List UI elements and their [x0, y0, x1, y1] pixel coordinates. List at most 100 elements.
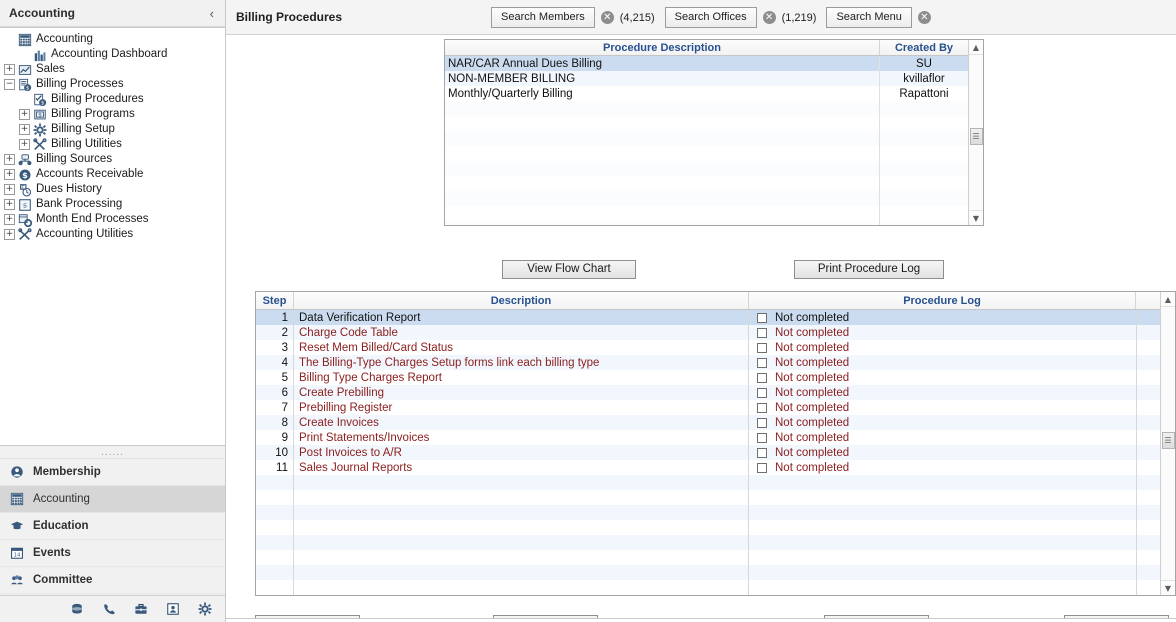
- step-description-cell[interactable]: Sales Journal Reports: [294, 460, 749, 475]
- tree-item-billing-programs[interactable]: + $ Billing Programs: [0, 107, 225, 122]
- step-row[interactable]: 7 Prebilling Register Not completed: [256, 400, 1160, 415]
- tree-item-dues-history[interactable]: + F Dues History: [0, 182, 225, 197]
- expand-icon[interactable]: +: [4, 154, 15, 165]
- step-complete-checkbox[interactable]: [757, 342, 767, 353]
- view-flow-chart-button[interactable]: View Flow Chart: [502, 260, 636, 279]
- tree-item-accounting-dashboard[interactable]: Accounting Dashboard: [0, 47, 225, 62]
- phone-icon[interactable]: [101, 601, 117, 617]
- search-button-search-offices[interactable]: Search Offices: [664, 7, 757, 28]
- tree-item-bank-processing[interactable]: + s Bank Processing: [0, 197, 225, 212]
- step-complete-checkbox[interactable]: [757, 417, 767, 428]
- briefcase-icon[interactable]: [133, 601, 149, 617]
- column-header-procedure-log[interactable]: Procedure Log: [749, 292, 1136, 309]
- scrollbar-thumb[interactable]: ☰: [1161, 432, 1175, 449]
- column-header-description[interactable]: Description: [294, 292, 749, 309]
- procedure-row[interactable]: NON-MEMBER BILLING kvillaflor: [445, 71, 968, 86]
- people-group-icon: [9, 572, 25, 588]
- step-row-spacer: [1136, 445, 1160, 460]
- page-title: Billing Procedures: [236, 10, 343, 24]
- collapse-icon[interactable]: −: [4, 79, 15, 90]
- steps-grid-scrollbar[interactable]: ▲ ☰ ▼: [1160, 292, 1175, 595]
- chevron-down-icon[interactable]: ▼: [968, 210, 983, 225]
- tree-item-accounts-receivable[interactable]: + $ Accounts Receivable: [0, 167, 225, 182]
- expand-icon[interactable]: +: [19, 109, 30, 120]
- step-description-cell[interactable]: The Billing-Type Charges Setup forms lin…: [294, 355, 749, 370]
- procedure-row[interactable]: Monthly/Quarterly Billing Rapattoni: [445, 86, 968, 101]
- tree-item-billing-procedures[interactable]: $ Billing Procedures: [0, 92, 225, 107]
- procedure-row-empty: [445, 146, 968, 161]
- step-description-cell[interactable]: Reset Mem Billed/Card Status: [294, 340, 749, 355]
- step-description-cell[interactable]: Post Invoices to A/R: [294, 445, 749, 460]
- step-description-cell[interactable]: Prebilling Register: [294, 400, 749, 415]
- contact-card-icon[interactable]: [165, 601, 181, 617]
- expand-icon[interactable]: +: [4, 184, 15, 195]
- step-description-cell[interactable]: Create Invoices: [294, 415, 749, 430]
- module-item-committee[interactable]: Committee: [0, 567, 225, 594]
- expand-icon[interactable]: +: [19, 124, 30, 135]
- clear-circle-icon[interactable]: ✕: [600, 11, 614, 24]
- expand-icon[interactable]: +: [4, 169, 15, 180]
- column-header-step[interactable]: Step: [256, 292, 294, 309]
- step-complete-checkbox[interactable]: [757, 372, 767, 383]
- search-button-search-menu[interactable]: Search Menu: [826, 7, 912, 28]
- network-icon: [17, 153, 32, 167]
- print-procedure-log-button[interactable]: Print Procedure Log: [794, 260, 944, 279]
- expand-icon[interactable]: +: [4, 214, 15, 225]
- sidebar-drag-handle[interactable]: ......: [0, 446, 225, 459]
- tree-item-sales[interactable]: + Sales: [0, 62, 225, 77]
- step-row[interactable]: 6 Create Prebilling Not completed: [256, 385, 1160, 400]
- scrollbar-thumb[interactable]: ☰: [969, 128, 983, 145]
- step-row[interactable]: 8 Create Invoices Not completed: [256, 415, 1160, 430]
- tree-item-billing-utilities[interactable]: + Billing Utilities: [0, 137, 225, 152]
- step-description-cell[interactable]: Print Statements/Invoices: [294, 430, 749, 445]
- step-complete-checkbox[interactable]: [757, 387, 767, 398]
- step-complete-checkbox[interactable]: [757, 327, 767, 338]
- step-complete-checkbox[interactable]: [757, 357, 767, 368]
- tree-item-billing-sources[interactable]: + Billing Sources: [0, 152, 225, 167]
- module-item-accounting[interactable]: Accounting: [0, 486, 225, 513]
- step-description-cell[interactable]: Create Prebilling: [294, 385, 749, 400]
- database-icon[interactable]: [69, 601, 85, 617]
- expand-icon[interactable]: +: [19, 139, 30, 150]
- step-row[interactable]: 9 Print Statements/Invoices Not completed: [256, 430, 1160, 445]
- step-complete-checkbox[interactable]: [757, 447, 767, 458]
- step-row[interactable]: 10 Post Invoices to A/R Not completed: [256, 445, 1160, 460]
- chevron-up-icon[interactable]: ▲: [968, 40, 983, 55]
- step-row[interactable]: 3 Reset Mem Billed/Card Status Not complet…: [256, 340, 1160, 355]
- tree-item-month-end-processes[interactable]: + Month End Processes: [0, 212, 225, 227]
- tree-item-accounting[interactable]: Accounting: [0, 32, 225, 47]
- step-log-status: Not completed: [775, 356, 850, 369]
- module-item-education[interactable]: Education: [0, 513, 225, 540]
- procedures-grid-scrollbar[interactable]: ▲ ☰ ▼: [968, 40, 983, 225]
- tree-item-billing-processes[interactable]: − $ Billing Processes: [0, 77, 225, 92]
- expand-icon[interactable]: +: [4, 64, 15, 75]
- tree-item-accounting-utilities[interactable]: + Accounting Utilities: [0, 227, 225, 242]
- step-description-cell[interactable]: Data Verification Report: [294, 310, 749, 325]
- column-header-procedure-description[interactable]: Procedure Description: [445, 40, 880, 55]
- module-item-membership[interactable]: Membership: [0, 459, 225, 486]
- chevron-down-icon[interactable]: ▼: [1160, 580, 1175, 595]
- expand-icon[interactable]: +: [4, 229, 15, 240]
- step-complete-checkbox[interactable]: [757, 432, 767, 443]
- tree-item-billing-setup[interactable]: + Billing Setup: [0, 122, 225, 137]
- search-button-search-members[interactable]: Search Members: [491, 7, 595, 28]
- step-complete-checkbox[interactable]: [757, 402, 767, 413]
- step-row[interactable]: 5 Billing Type Charges Report Not complete…: [256, 370, 1160, 385]
- procedure-row[interactable]: NAR/CAR Annual Dues Billing SU: [445, 56, 968, 71]
- chevron-up-icon[interactable]: ▲: [1160, 292, 1175, 307]
- clear-circle-icon[interactable]: ✕: [917, 11, 931, 24]
- step-row[interactable]: 4 The Billing-Type Charges Setup forms li…: [256, 355, 1160, 370]
- step-complete-checkbox[interactable]: [757, 312, 767, 323]
- step-row[interactable]: 2 Charge Code Table Not completed: [256, 325, 1160, 340]
- step-row[interactable]: 1 Data Verification Report Not completed: [256, 310, 1160, 325]
- module-item-events[interactable]: 14 Events: [0, 540, 225, 567]
- chevron-left-icon[interactable]: ‹: [210, 6, 217, 21]
- step-complete-checkbox[interactable]: [757, 462, 767, 473]
- step-description-cell[interactable]: Billing Type Charges Report: [294, 370, 749, 385]
- expand-icon[interactable]: +: [4, 199, 15, 210]
- step-description-cell[interactable]: Charge Code Table: [294, 325, 749, 340]
- clear-circle-icon[interactable]: ✕: [762, 11, 776, 24]
- gear-icon[interactable]: [197, 601, 213, 617]
- step-row[interactable]: 11 Sales Journal Reports Not completed: [256, 460, 1160, 475]
- column-header-created-by[interactable]: Created By: [880, 40, 968, 55]
